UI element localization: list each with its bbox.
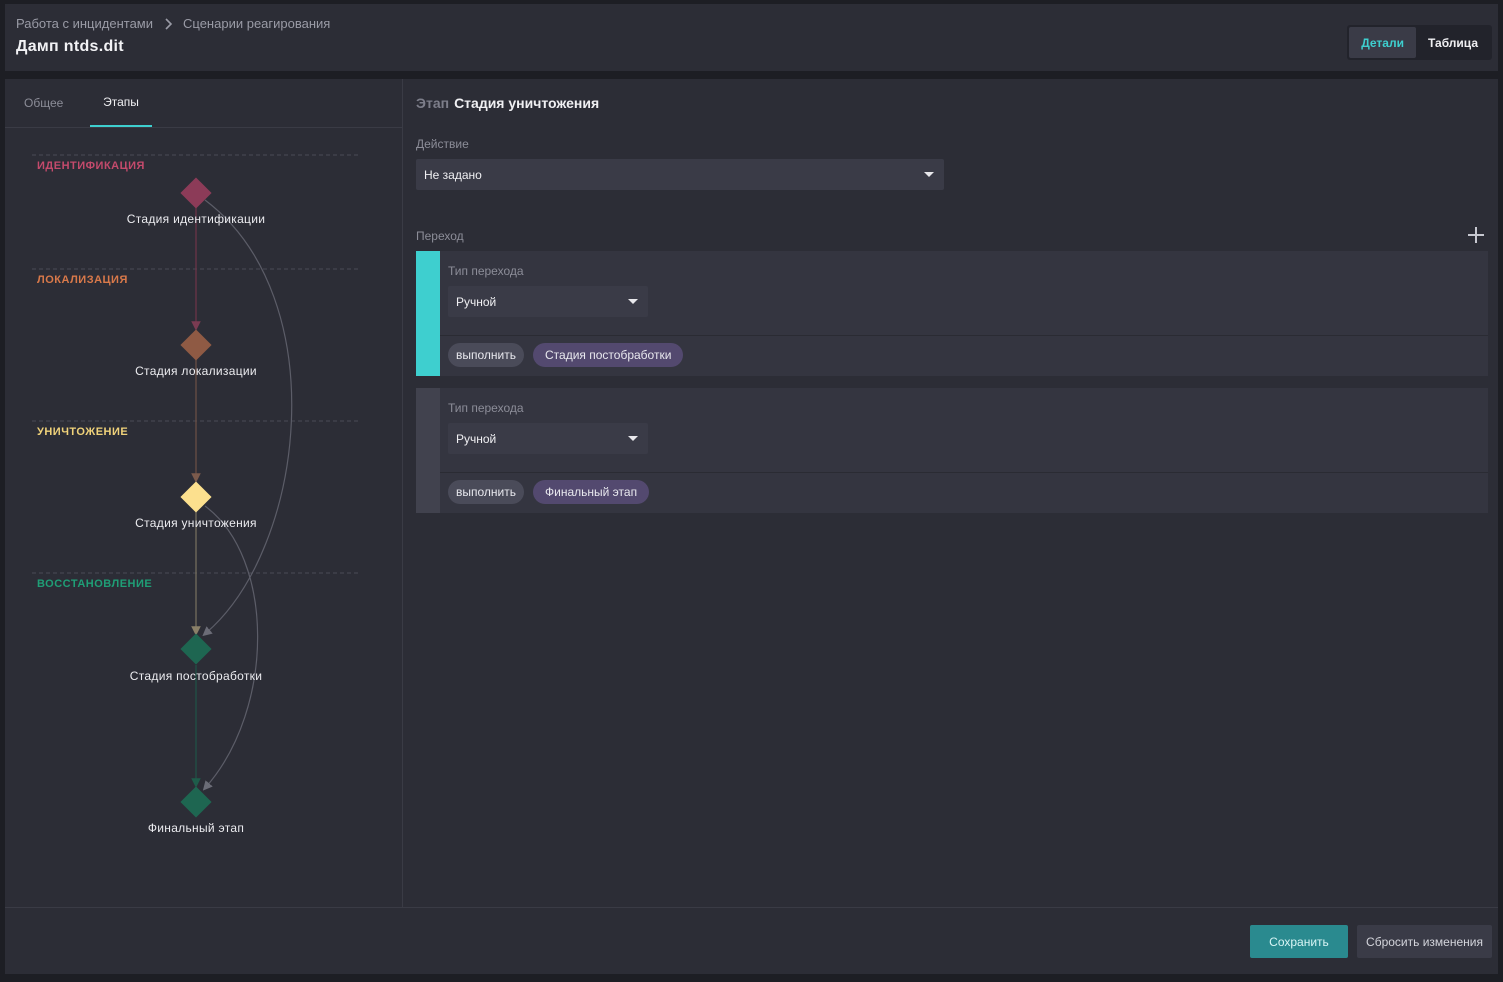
transition-strip[interactable] (416, 388, 440, 513)
breadcrumb-current[interactable]: Сценарии реагирования (183, 16, 330, 31)
page-header: Работа с инцидентами Сценарии реагирован… (5, 4, 1498, 71)
action-chip[interactable]: выполнить (448, 480, 524, 504)
transition-type-select[interactable]: Ручной (448, 423, 648, 454)
caret-down-icon (628, 299, 638, 304)
caret-down-icon (628, 436, 638, 441)
phase-label-destruction: УНИЧТОЖЕНИЕ (37, 426, 128, 438)
right-panel: Этап Стадия уничтожения Действие Не задан… (404, 79, 1498, 907)
node-label: Стадия постобработки (130, 669, 262, 683)
breadcrumb: Работа с инцидентами Сценарии реагирован… (16, 16, 330, 31)
target-chip[interactable]: Стадия постобработки (533, 343, 684, 367)
node-label: Стадия локализации (135, 364, 257, 378)
left-panel: Общее Этапы ИДЕНТИФИКАЦИЯ ЛОКАЛИЗАЦИЯ УН… (5, 79, 403, 907)
left-tabs: Общее Этапы (5, 79, 403, 128)
target-chip[interactable]: Финальный этап (533, 480, 650, 504)
stage-heading-name: Стадия уничтожения (454, 95, 600, 111)
node-label: Стадия уничтожения (135, 516, 257, 530)
edge-ident-to-post (202, 199, 293, 637)
divider (440, 335, 1488, 336)
details-toggle-button[interactable]: Детали (1349, 27, 1416, 58)
phase-label-localization: ЛОКАЛИЗАЦИЯ (37, 274, 128, 286)
phase-label-recovery: ВОССТАНОВЛЕНИЕ (37, 578, 152, 590)
chevron-right-icon (165, 17, 173, 30)
tab-stages[interactable]: Этапы (90, 79, 152, 127)
breadcrumb-root[interactable]: Работа с инцидентами (16, 16, 153, 31)
node-identification[interactable] (180, 177, 212, 209)
phase-label-identification: ИДЕНТИФИКАЦИЯ (37, 160, 145, 172)
edge-destr-to-final (202, 505, 259, 791)
stage-heading-prefix: Этап (416, 95, 450, 111)
action-select[interactable]: Не задано (416, 159, 944, 190)
stage-heading: Этап Стадия уничтожения (416, 95, 599, 111)
transition-card: Тип перехода Ручной выполнить Финальный … (416, 388, 1488, 513)
transition-strip-active[interactable] (416, 251, 440, 376)
node-label: Стадия идентификации (127, 212, 266, 226)
action-chip[interactable]: выполнить (448, 343, 524, 367)
stage-graph: ИДЕНТИФИКАЦИЯ ЛОКАЛИЗАЦИЯ УНИЧТОЖЕНИЕ ВО… (5, 128, 403, 907)
transition-type-select[interactable]: Ручной (448, 286, 648, 317)
view-toggle: Детали Таблица (1347, 25, 1492, 60)
page-title: Дамп ntds.dit (16, 38, 124, 55)
transition-type-label: Тип перехода (448, 264, 524, 278)
add-transition-button[interactable] (1467, 226, 1485, 244)
transition-type-value: Ручной (456, 294, 497, 309)
node-localization[interactable] (180, 329, 212, 361)
main-panel: Общее Этапы ИДЕНТИФИКАЦИЯ ЛОКАЛИЗАЦИЯ УН… (5, 79, 1498, 974)
action-label: Действие (416, 137, 469, 151)
transition-type-value: Ручной (456, 431, 497, 446)
tab-general[interactable]: Общее (24, 79, 63, 127)
caret-down-icon (924, 172, 934, 177)
node-final[interactable] (180, 786, 212, 818)
footer: Сохранить Сбросить изменения (5, 907, 1498, 974)
divider (440, 472, 1488, 473)
stage-graph-svg: ИДЕНТИФИКАЦИЯ ЛОКАЛИЗАЦИЯ УНИЧТОЖЕНИЕ ВО… (32, 154, 359, 835)
node-postprocessing[interactable] (180, 633, 212, 665)
node-label: Финальный этап (148, 821, 244, 835)
transition-label: Переход (416, 229, 464, 243)
save-button[interactable]: Сохранить (1250, 925, 1348, 958)
reset-button[interactable]: Сбросить изменения (1357, 925, 1492, 958)
transition-type-label: Тип перехода (448, 401, 524, 415)
action-select-value: Не задано (424, 167, 482, 182)
transition-card: Тип перехода Ручной выполнить Стадия пос… (416, 251, 1488, 376)
table-toggle-button[interactable]: Таблица (1416, 27, 1490, 58)
